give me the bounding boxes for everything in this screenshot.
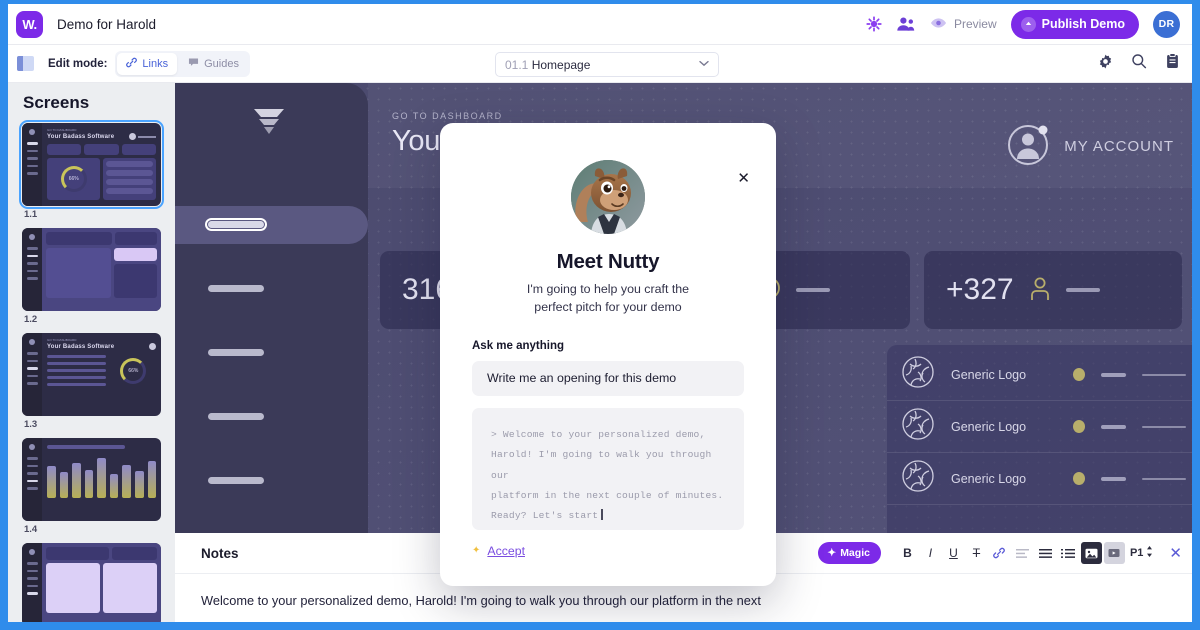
- accept-row: ✦ Accept: [472, 544, 744, 558]
- response-line: Ready? Let's start: [491, 510, 599, 522]
- nutty-assistant-modal: ✕ Meet Nutty I'm going to help you craft…: [440, 123, 776, 586]
- nutty-squirrel-avatar: [571, 160, 645, 234]
- response-line: platform in the next couple of minutes.: [491, 489, 724, 501]
- modal-subtitle-line2: perfect pitch for your demo: [534, 299, 682, 314]
- modal-subtitle: I'm going to help you craft the perfect …: [472, 281, 744, 317]
- response-line: Harold! I'm going to walk you through ou…: [491, 449, 712, 481]
- ai-response-box: > Welcome to your personalized demo, Har…: [472, 407, 744, 530]
- modal-subtitle-line1: I'm going to help you craft the: [526, 282, 690, 296]
- response-line-final: Ready? Let's start: [491, 506, 725, 526]
- sparkle-icon: ✦: [472, 545, 481, 557]
- modal-title: Meet Nutty: [556, 250, 660, 273]
- accept-button[interactable]: Accept: [487, 544, 525, 558]
- ask-label: Ask me anything: [472, 339, 565, 352]
- modal-layer: ✕ Meet Nutty I'm going to help you craft…: [8, 4, 1192, 622]
- close-icon[interactable]: ✕: [737, 171, 750, 186]
- app-window: W. Demo for Harold Preview Publish Demo …: [8, 4, 1192, 622]
- text-caret: [601, 509, 604, 521]
- response-line: > Welcome to your personalized demo,: [491, 428, 706, 440]
- ask-input[interactable]: Write me an opening for this demo: [472, 360, 744, 396]
